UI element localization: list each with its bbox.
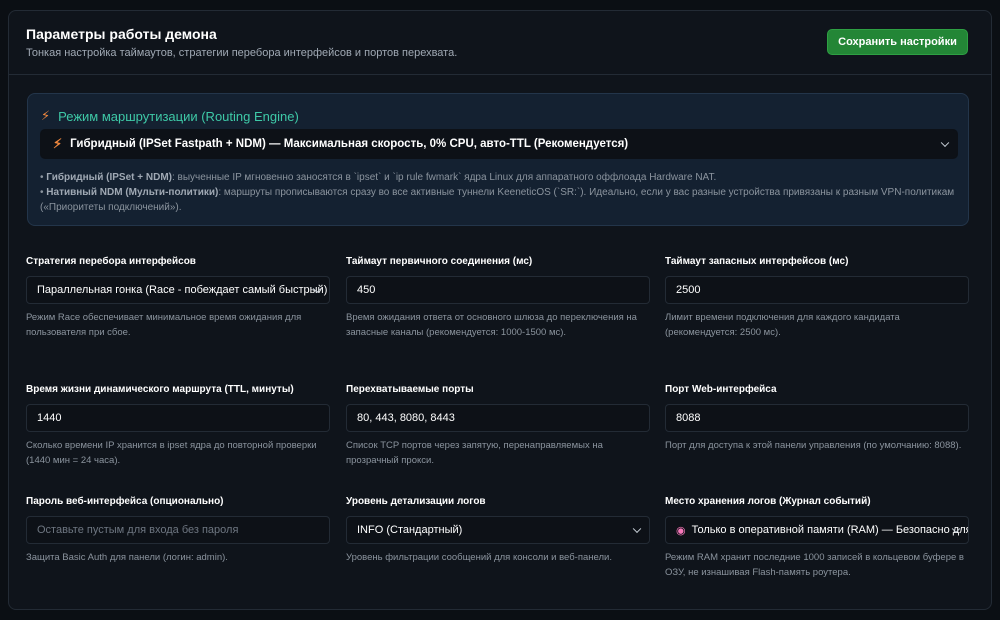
primary-timeout-input[interactable]: 450 <box>346 276 650 304</box>
field-ports: Перехватываемые порты 80, 443, 8080, 844… <box>346 384 650 468</box>
routing-desc-line-ndm: • Нативный NDM (Мульти-политики): маршру… <box>40 187 955 213</box>
routing-mode-select[interactable]: ⚡︎ Гибридный (IPSet Fastpath + NDM) — Ма… <box>40 129 958 159</box>
web-port-input[interactable]: 8088 <box>665 404 969 432</box>
field-ttl: Время жизни динамического маршрута (TTL,… <box>26 384 330 468</box>
field-label: Порт Web-интерфейса <box>665 384 777 395</box>
field-backup-timeout: Таймаут запасных интерфейсов (мс) 2500 Л… <box>665 256 969 340</box>
field-help: Режим Race обеспечивает минимальное врем… <box>26 312 302 338</box>
field-label: Стратегия перебора интерфейсов <box>26 256 196 267</box>
field-label: Место хранения логов (Журнал событий) <box>665 496 871 507</box>
field-help: Порт для доступа к этой панели управлени… <box>665 440 962 451</box>
log-storage-select[interactable]: ◉ Только в оперативной памяти (RAM) — Бе… <box>665 516 969 544</box>
field-log-storage: Место хранения логов (Журнал событий) ◉ … <box>665 496 969 580</box>
field-label: Время жизни динамического маршрута (TTL,… <box>26 384 294 395</box>
routing-desc-ndm-title: Нативный NDM (Мульти-политики) <box>46 187 219 198</box>
settings-panel: Параметры работы демона Тонкая настройка… <box>8 10 992 610</box>
field-log-level: Уровень детализации логов INFO (Стандарт… <box>346 496 650 565</box>
log-level-value: INFO (Стандартный) <box>357 524 463 536</box>
field-help: Режим RAM хранит последние 1000 записей … <box>665 552 964 578</box>
ports-input[interactable]: 80, 443, 8080, 8443 <box>346 404 650 432</box>
lightning-icon: ⚡︎ <box>53 136 63 151</box>
routing-mode-value: Гибридный (IPSet Fastpath + NDM) — Макси… <box>70 138 629 150</box>
log-level-select[interactable]: INFO (Стандартный) <box>346 516 650 544</box>
log-storage-value: Только в оперативной памяти (RAM) — Безо… <box>691 524 968 536</box>
field-label: Перехватываемые порты <box>346 384 474 395</box>
field-label: Таймаут первичного соединения (мс) <box>346 256 533 267</box>
strategy-value: Параллельная гонка (Race - побеждает сам… <box>37 284 328 296</box>
field-help: Лимит времени подключения для каждого ка… <box>665 312 900 338</box>
ttl-input[interactable]: 1440 <box>26 404 330 432</box>
field-help: Сколько времени IP хранится в ipset ядра… <box>26 440 317 466</box>
field-label: Уровень детализации логов <box>346 496 486 507</box>
password-input[interactable]: Оставьте пустым для входа без пароля <box>26 516 330 544</box>
routing-engine-box: ⚡︎ Режим маршрутизации (Routing Engine) … <box>27 93 969 226</box>
routing-desc-hybrid-title: Гибридный (IPSet + NDM) <box>46 172 172 183</box>
chevron-down-icon <box>632 524 642 534</box>
routing-description: • Гибридный (IPSet + NDM): выученные IP … <box>40 170 955 215</box>
field-label: Пароль веб-интерфейса (опционально) <box>26 496 224 507</box>
field-label: Таймаут запасных интерфейсов (мс) <box>665 256 849 267</box>
routing-engine-title: ⚡︎ Режим маршрутизации (Routing Engine) <box>41 108 299 124</box>
lightning-icon: ⚡︎ <box>41 108 51 123</box>
field-help: Время ожидания ответа от основного шлюза… <box>346 312 637 338</box>
panel-header: Параметры работы демона Тонкая настройка… <box>9 11 991 75</box>
field-help: Защита Basic Auth для панели (логин: adm… <box>26 552 228 563</box>
page-subtitle: Тонкая настройка таймаутов, стратегии пе… <box>26 47 458 59</box>
save-settings-button[interactable]: Сохранить настройки <box>827 29 968 55</box>
routing-desc-line-hybrid: • Гибридный (IPSet + NDM): выученные IP … <box>40 172 717 183</box>
chevron-down-icon <box>940 138 950 148</box>
brain-icon: ◉ <box>676 524 686 537</box>
routing-desc-hybrid-text: : выученные IP мгновенно заносятся в `ip… <box>171 172 717 183</box>
field-web-port: Порт Web-интерфейса 8088 Порт для доступ… <box>665 384 969 453</box>
field-primary-timeout: Таймаут первичного соединения (мс) 450 В… <box>346 256 650 340</box>
field-password: Пароль веб-интерфейса (опционально) Оста… <box>26 496 330 565</box>
strategy-select[interactable]: Параллельная гонка (Race - побеждает сам… <box>26 276 330 304</box>
field-help: Уровень фильтрации сообщений для консоли… <box>346 552 612 563</box>
page-title: Параметры работы демона <box>26 26 217 42</box>
routing-engine-title-text: Режим маршрутизации (Routing Engine) <box>58 108 299 124</box>
field-strategy: Стратегия перебора интерфейсов Параллель… <box>26 256 330 340</box>
field-help: Список TCP портов через запятую, перенап… <box>346 440 603 466</box>
backup-timeout-input[interactable]: 2500 <box>665 276 969 304</box>
